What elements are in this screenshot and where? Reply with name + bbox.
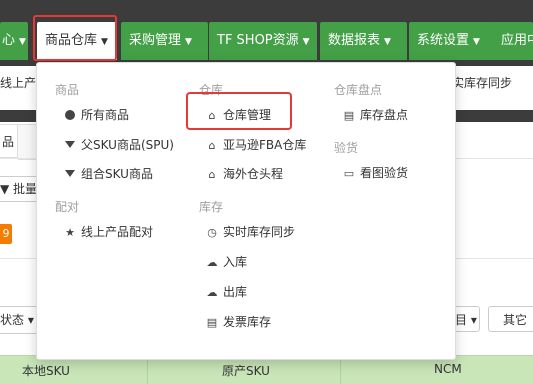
cloud-download-icon: ☁ [206, 286, 218, 299]
filter-icon [63, 165, 77, 185]
column-header-ncm: NCM [434, 362, 462, 376]
group-title-pairing: 配对 [55, 200, 80, 214]
home-icon: ⌂ [208, 168, 216, 181]
column-header-origin-sku: 原产SKU [222, 364, 270, 378]
group-title-stocktake: 仓库盘点 [334, 83, 383, 97]
chevron-down-icon: ▼ [19, 37, 26, 47]
home-icon: ⌂ [208, 139, 216, 152]
column-separator [147, 356, 148, 384]
menu-item-stocktake[interactable]: ▤ 库存盘点 [342, 105, 408, 125]
nav-item-label: 系统设置 [417, 33, 470, 48]
status-filter-dropdown[interactable]: 状态 ▾ [0, 306, 37, 334]
nav-item-label: 数据报表 [328, 33, 381, 48]
nav-item-label: 心 [2, 33, 16, 48]
menu-item-label: 父SKU商品(SPU) [81, 138, 174, 152]
menu-item-label: 亚马逊FBA仓库 [223, 138, 307, 152]
menu-item-parent-sku[interactable]: 父SKU商品(SPU) [63, 135, 174, 155]
menu-item-label: 海外仓头程 [223, 167, 284, 181]
nav-item-purchase[interactable]: 采购管理 ▼ [121, 22, 208, 60]
list-icon: ▤ [343, 109, 355, 122]
nav-item-settings[interactable]: 系统设置 ▼ [409, 22, 496, 60]
nav-item-apps[interactable]: 应用中 [493, 22, 533, 60]
highlight-box [186, 92, 292, 130]
chevron-down-icon: ▼ [185, 37, 192, 47]
highlight-box [33, 15, 117, 61]
menu-item-label: 组合SKU商品 [81, 167, 153, 181]
menu-item-label: 看图验货 [360, 166, 409, 180]
menu-item-amazon-fba[interactable]: ⌂ 亚马逊FBA仓库 [205, 135, 307, 155]
menu-item-label: 入库 [223, 255, 248, 269]
circle-icon [63, 106, 77, 126]
menu-item-image-inspection[interactable]: ▭ 看图验货 [342, 163, 408, 183]
menu-item-overseas-first-leg[interactable]: ⌂ 海外仓头程 [205, 164, 284, 184]
menu-item-label: 库存盘点 [360, 108, 409, 122]
nav-item-label: 采购管理 [129, 33, 182, 48]
nav-item-tfshop[interactable]: TF SHOP资源 ▼ [209, 22, 317, 60]
sub-nav-right-text[interactable]: 实库存同步 [452, 74, 512, 91]
column-separator [340, 356, 341, 384]
menu-item-label: 出库 [223, 285, 248, 299]
other-dropdown-button[interactable]: 其它 [488, 306, 533, 332]
nav-item-label: 应用中 [501, 33, 533, 48]
monitor-icon: ▭ [343, 167, 355, 180]
menu-item-stock-out[interactable]: ☁ 出库 [205, 282, 248, 302]
menu-item-stock-in[interactable]: ☁ 入库 [205, 252, 248, 272]
menu-item-label: 发票库存 [223, 315, 272, 329]
filter-icon [63, 136, 77, 156]
clock-icon: ◷ [207, 226, 217, 239]
menu-item-all-products[interactable]: 所有商品 [63, 105, 129, 125]
menu-item-label: 所有商品 [81, 108, 130, 122]
columns-dropdown-button[interactable]: 目 ▾ [452, 306, 480, 332]
cloud-upload-icon: ☁ [206, 256, 218, 269]
column-header-local-sku: 本地SKU [22, 364, 70, 378]
nav-item-label: TF SHOP资源 [217, 33, 299, 48]
group-title-inventory: 库存 [199, 200, 224, 214]
menu-item-label: 线上产品配对 [81, 225, 154, 239]
chevron-down-icon: ▼ [302, 37, 310, 47]
group-title-products: 商品 [55, 83, 80, 97]
page-tab[interactable]: 品 [0, 124, 18, 158]
batch-dropdown[interactable]: ▼ 批量 [0, 176, 41, 202]
menu-item-online-pairing[interactable]: ★ 线上产品配对 [63, 222, 153, 242]
menu-item-realtime-sync[interactable]: ◷ 实时库存同步 [205, 222, 295, 242]
menu-item-label: 实时库存同步 [223, 225, 296, 239]
chevron-down-icon: ▼ [384, 37, 391, 47]
list-icon: ▤ [206, 316, 218, 329]
star-icon: ★ [65, 226, 75, 239]
menu-item-combo-sku[interactable]: 组合SKU商品 [63, 164, 153, 184]
count-badge: 9 [0, 224, 12, 244]
nav-item-reports[interactable]: 数据报表 ▼ [320, 22, 407, 60]
chevron-down-icon: ▼ [473, 37, 480, 47]
group-title-inspection: 验货 [334, 141, 359, 155]
nav-item-center[interactable]: 心 ▼ [0, 22, 28, 60]
menu-item-invoice-stock[interactable]: ▤ 发票库存 [205, 312, 271, 332]
